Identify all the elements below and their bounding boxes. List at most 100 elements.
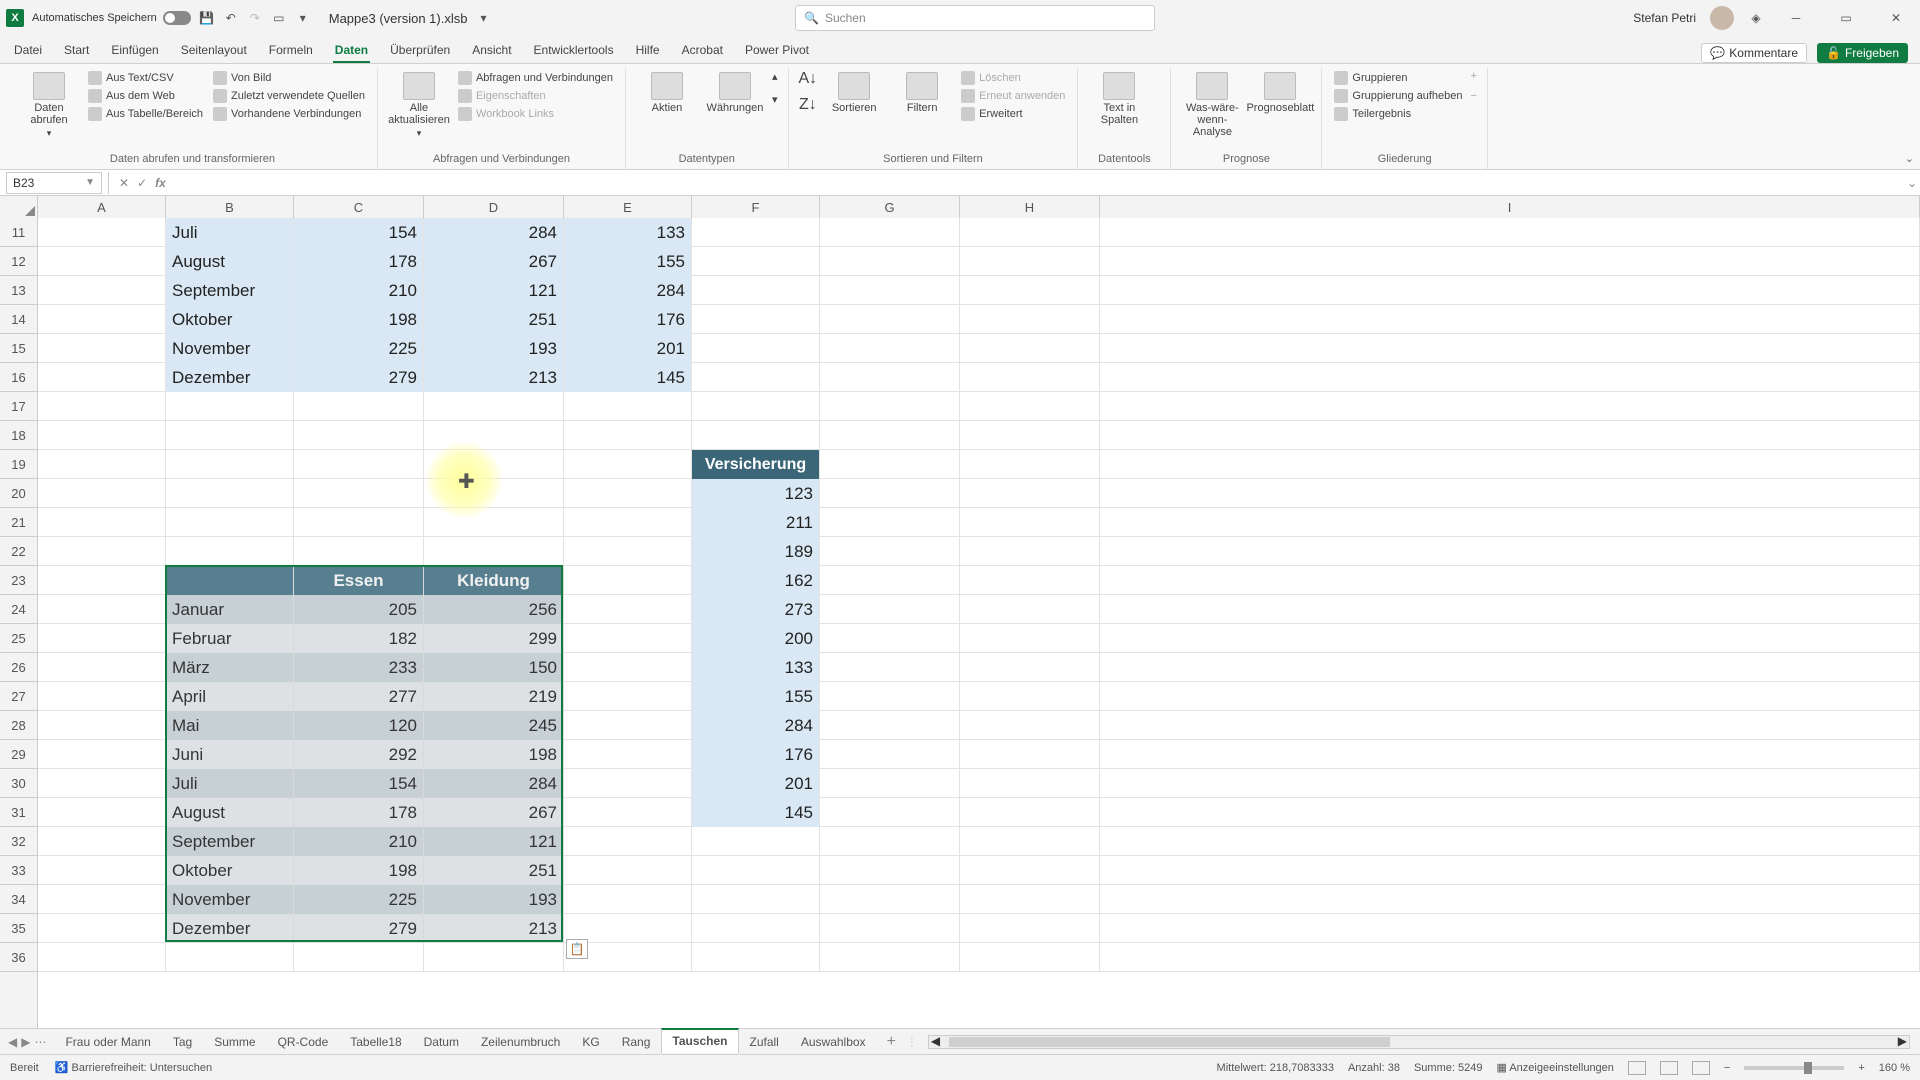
cell[interactable] bbox=[424, 392, 564, 421]
cell[interactable] bbox=[820, 769, 960, 798]
menu-tab-hilfe[interactable]: Hilfe bbox=[634, 39, 662, 63]
row-header-20[interactable]: 20 bbox=[0, 479, 37, 508]
cell[interactable] bbox=[1100, 218, 1920, 247]
row-header-16[interactable]: 16 bbox=[0, 363, 37, 392]
cell[interactable]: 210 bbox=[294, 276, 424, 305]
cell[interactable] bbox=[820, 537, 960, 566]
user-avatar-icon[interactable] bbox=[1710, 6, 1734, 30]
row-header-13[interactable]: 13 bbox=[0, 276, 37, 305]
ribbon-item[interactable]: Teilergebnis bbox=[1332, 106, 1464, 122]
cell[interactable] bbox=[294, 508, 424, 537]
cell[interactable] bbox=[960, 769, 1100, 798]
filter-button[interactable]: Filtern bbox=[891, 70, 953, 116]
get-data-button[interactable]: Daten abrufen▾ bbox=[18, 70, 80, 141]
currencies-button[interactable]: Währungen bbox=[704, 70, 766, 116]
cell[interactable] bbox=[166, 392, 294, 421]
cell[interactable] bbox=[38, 392, 166, 421]
cell[interactable]: 213 bbox=[424, 363, 564, 392]
cell[interactable] bbox=[1100, 798, 1920, 827]
minimize-button[interactable]: ─ bbox=[1778, 4, 1814, 32]
cell[interactable] bbox=[820, 479, 960, 508]
cell[interactable] bbox=[960, 247, 1100, 276]
cell[interactable]: 178 bbox=[294, 247, 424, 276]
cell[interactable] bbox=[564, 479, 692, 508]
cell[interactable] bbox=[960, 914, 1100, 943]
cell[interactable] bbox=[692, 305, 820, 334]
cell[interactable]: Essen bbox=[294, 566, 424, 595]
cell[interactable]: 198 bbox=[294, 305, 424, 334]
page-break-view-icon[interactable] bbox=[1692, 1061, 1710, 1075]
cell[interactable] bbox=[424, 421, 564, 450]
ribbon-item[interactable]: Zuletzt verwendete Quellen bbox=[211, 88, 367, 104]
cell[interactable] bbox=[960, 943, 1100, 972]
cell[interactable] bbox=[820, 508, 960, 537]
sheet-tab[interactable]: Datum bbox=[413, 1030, 470, 1053]
cell[interactable]: 299 bbox=[424, 624, 564, 653]
cell[interactable]: 211 bbox=[692, 508, 820, 537]
row-header-34[interactable]: 34 bbox=[0, 885, 37, 914]
cells-area[interactable]: Juli154284133August178267155September210… bbox=[38, 218, 1920, 1028]
cell[interactable] bbox=[692, 218, 820, 247]
column-header-E[interactable]: E bbox=[564, 196, 692, 218]
cell[interactable] bbox=[38, 624, 166, 653]
cell[interactable]: 277 bbox=[294, 682, 424, 711]
menu-tab-formeln[interactable]: Formeln bbox=[267, 39, 315, 63]
sheet-tab[interactable]: QR-Code bbox=[267, 1030, 340, 1053]
cell[interactable]: 292 bbox=[294, 740, 424, 769]
cell[interactable]: 225 bbox=[294, 334, 424, 363]
column-header-A[interactable]: A bbox=[38, 196, 166, 218]
stocks-button[interactable]: Aktien bbox=[636, 70, 698, 116]
row-header-14[interactable]: 14 bbox=[0, 305, 37, 334]
cell[interactable] bbox=[564, 827, 692, 856]
cell[interactable] bbox=[692, 421, 820, 450]
cell[interactable]: 123 bbox=[692, 479, 820, 508]
cell[interactable]: 133 bbox=[692, 653, 820, 682]
row-header-24[interactable]: 24 bbox=[0, 595, 37, 624]
cell[interactable] bbox=[820, 276, 960, 305]
page-layout-view-icon[interactable] bbox=[1660, 1061, 1678, 1075]
cell[interactable]: 121 bbox=[424, 276, 564, 305]
cell[interactable] bbox=[424, 943, 564, 972]
cell[interactable]: 256 bbox=[424, 595, 564, 624]
cell[interactable]: 133 bbox=[564, 218, 692, 247]
cell[interactable]: 145 bbox=[564, 363, 692, 392]
cell[interactable]: 176 bbox=[564, 305, 692, 334]
cell[interactable] bbox=[38, 363, 166, 392]
row-header-25[interactable]: 25 bbox=[0, 624, 37, 653]
cancel-icon[interactable]: ✕ bbox=[119, 176, 129, 190]
cell[interactable] bbox=[1100, 682, 1920, 711]
cell[interactable]: 176 bbox=[692, 740, 820, 769]
horizontal-scrollbar[interactable]: ◀▶ bbox=[928, 1035, 1910, 1049]
cell[interactable]: September bbox=[166, 276, 294, 305]
sheet-menu-icon[interactable]: ⋯ bbox=[34, 1035, 46, 1049]
cell[interactable]: 193 bbox=[424, 334, 564, 363]
cell[interactable]: 178 bbox=[294, 798, 424, 827]
expand-icon[interactable]: + bbox=[1471, 70, 1477, 82]
autosave-toggle[interactable]: Automatisches Speichern bbox=[32, 11, 191, 25]
collapse-icon[interactable]: − bbox=[1471, 90, 1477, 102]
cell[interactable] bbox=[564, 711, 692, 740]
cell[interactable] bbox=[692, 363, 820, 392]
cell[interactable] bbox=[564, 769, 692, 798]
scroll-left-icon[interactable]: ◀ bbox=[931, 1034, 940, 1048]
cell[interactable] bbox=[1100, 276, 1920, 305]
cell[interactable] bbox=[1100, 856, 1920, 885]
cell[interactable]: Versicherung bbox=[692, 450, 820, 479]
sort-asc-icon[interactable]: A↓ bbox=[799, 70, 818, 88]
sheet-tab[interactable]: KG bbox=[571, 1030, 610, 1053]
cell[interactable] bbox=[960, 682, 1100, 711]
cell[interactable] bbox=[1100, 537, 1920, 566]
accessibility-status[interactable]: ♿ Barrierefreiheit: Untersuchen bbox=[55, 1061, 212, 1074]
cell[interactable] bbox=[960, 711, 1100, 740]
paste-options-icon[interactable]: 📋 bbox=[566, 939, 588, 959]
cell[interactable] bbox=[692, 885, 820, 914]
row-header-33[interactable]: 33 bbox=[0, 856, 37, 885]
column-header-C[interactable]: C bbox=[294, 196, 424, 218]
menu-tab-power pivot[interactable]: Power Pivot bbox=[743, 39, 811, 63]
column-header-I[interactable]: I bbox=[1100, 196, 1920, 218]
cell[interactable] bbox=[294, 943, 424, 972]
cell[interactable]: 251 bbox=[424, 305, 564, 334]
cell[interactable] bbox=[1100, 943, 1920, 972]
cell[interactable] bbox=[692, 334, 820, 363]
cell[interactable] bbox=[1100, 479, 1920, 508]
